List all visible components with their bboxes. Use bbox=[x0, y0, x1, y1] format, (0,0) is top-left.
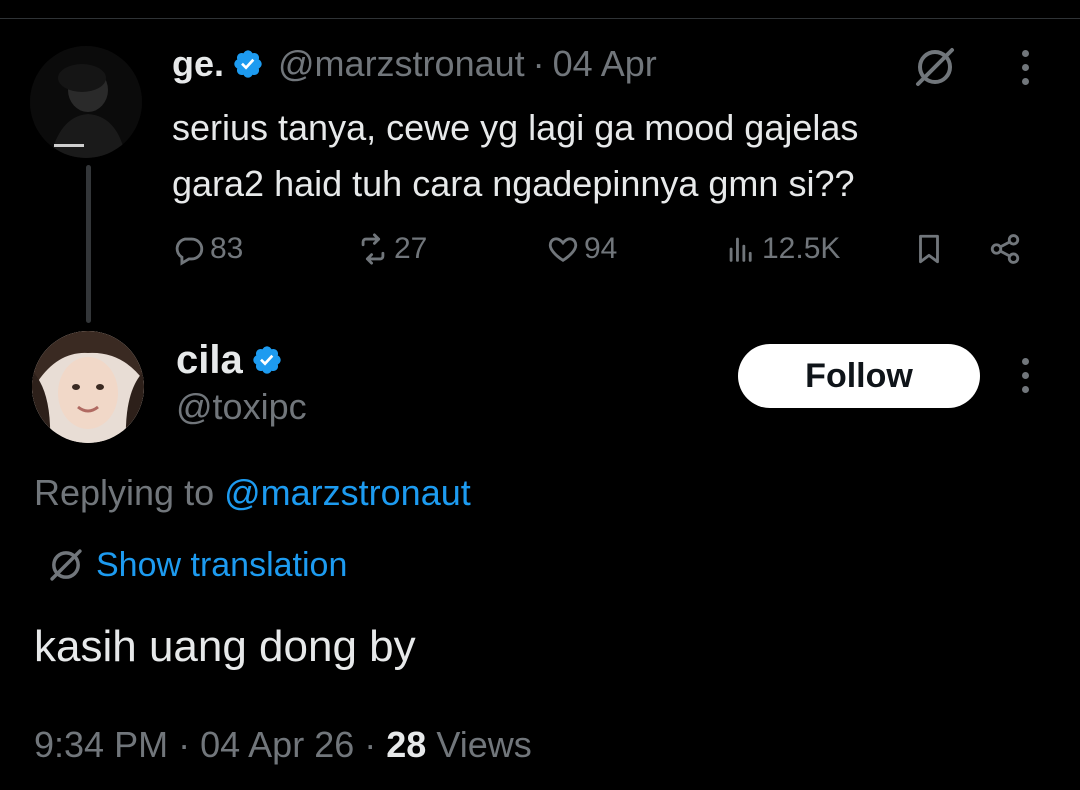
parent-tweet-text: serius tanya, cewe yg lagi ga mood gajel… bbox=[172, 100, 1012, 212]
reply-author-name-row: cila bbox=[176, 334, 283, 386]
replying-prefix: Replying to bbox=[34, 472, 215, 513]
grok-translate-icon bbox=[50, 549, 82, 581]
dot-separator: · bbox=[532, 43, 545, 84]
reply-views-count: 28 bbox=[386, 724, 427, 765]
dot-separator: · bbox=[178, 724, 191, 765]
reply-icon bbox=[175, 237, 204, 266]
verified-badge-icon bbox=[234, 50, 262, 78]
like-button[interactable]: 94 bbox=[546, 226, 617, 272]
more-options-icon[interactable] bbox=[1018, 358, 1032, 398]
parent-action-bar: 83 27 94 12.5K bbox=[172, 226, 1032, 272]
bookmark-icon bbox=[919, 234, 939, 264]
replying-to: Replying to @marzstronaut bbox=[34, 472, 471, 514]
parent-author-handle[interactable]: @marzstronaut bbox=[278, 43, 525, 85]
grok-translate-icon[interactable] bbox=[912, 44, 958, 90]
reply-meta: 9:34 PM · 04 Apr 26 · 28 Views bbox=[34, 724, 532, 766]
reply-date[interactable]: 04 Apr 26 bbox=[200, 724, 354, 765]
share-button[interactable] bbox=[988, 226, 1022, 272]
parent-tweet-header: ge. @marzstronaut · 04 Apr bbox=[172, 40, 657, 88]
reply-views-label: Views bbox=[436, 724, 532, 765]
reply-author-name[interactable]: cila bbox=[176, 338, 243, 383]
bookmark-button[interactable] bbox=[912, 226, 946, 272]
top-divider bbox=[0, 18, 1080, 19]
reply-count: 83 bbox=[210, 232, 244, 265]
share-icon bbox=[990, 234, 1020, 264]
parent-text-line-2: gara2 haid tuh cara ngadepinnya gmn si?? bbox=[172, 163, 855, 204]
show-translation-button[interactable]: Show translation bbox=[46, 545, 347, 585]
like-count: 94 bbox=[584, 232, 618, 265]
dot-separator: · bbox=[364, 724, 377, 765]
views-icon bbox=[729, 237, 752, 262]
reply-button[interactable]: 83 bbox=[172, 226, 243, 272]
avatar-ge[interactable] bbox=[30, 46, 142, 158]
follow-button[interactable]: Follow bbox=[738, 344, 980, 408]
parent-text-line-1: serius tanya, cewe yg lagi ga mood gajel… bbox=[172, 107, 859, 148]
verified-badge-icon bbox=[253, 346, 281, 374]
thread-connector bbox=[86, 165, 91, 323]
repost-icon bbox=[361, 233, 385, 265]
views-button[interactable]: 12.5K bbox=[724, 226, 840, 272]
parent-date[interactable]: 04 Apr bbox=[553, 43, 657, 85]
repost-count: 27 bbox=[394, 232, 428, 265]
reply-tweet-text: kasih uang dong by bbox=[34, 622, 416, 671]
reply-author-handle[interactable]: @toxipc bbox=[176, 386, 307, 428]
parent-author-name[interactable]: ge. bbox=[172, 43, 224, 85]
reply-time[interactable]: 9:34 PM bbox=[34, 724, 168, 765]
avatar-cila[interactable] bbox=[32, 331, 144, 443]
repost-button[interactable]: 27 bbox=[356, 226, 427, 272]
show-translation-label: Show translation bbox=[96, 545, 348, 584]
replying-handle-link[interactable]: @marzstronaut bbox=[224, 472, 471, 513]
like-icon bbox=[548, 237, 578, 262]
views-count: 12.5K bbox=[762, 232, 841, 265]
more-options-icon[interactable] bbox=[1018, 50, 1032, 90]
